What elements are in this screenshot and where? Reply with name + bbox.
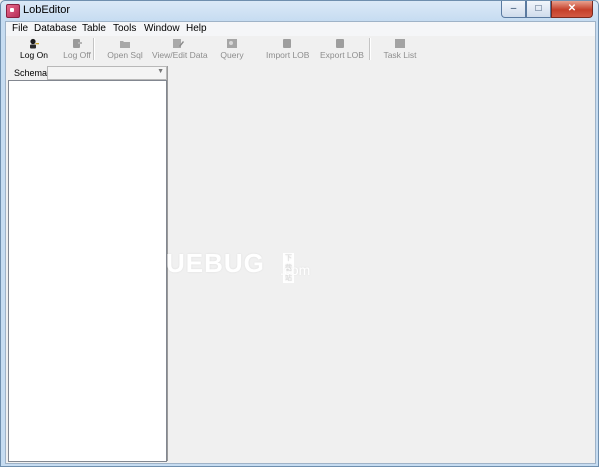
task-list-button[interactable]: Task List — [383, 36, 417, 64]
import-icon — [283, 39, 291, 48]
task-list-label: Task List — [383, 50, 417, 60]
menu-database[interactable]: Database — [34, 23, 77, 34]
toolbar: Log On Log Off Open Sql View/Edit Data Q… — [6, 36, 595, 64]
log-off-label: Log Off — [63, 50, 91, 60]
export-lob-label: Export LOB — [320, 50, 364, 60]
query-icon — [227, 39, 237, 48]
export-icon — [336, 39, 344, 48]
app-icon[interactable] — [6, 4, 20, 18]
user-key-icon — [30, 38, 39, 49]
maximize-button[interactable]: □ — [526, 1, 551, 18]
client-area: File Database Table Tools Window Help Lo… — [5, 21, 596, 464]
schema-label: Schema — [14, 68, 48, 78]
menu-bar: File Database Table Tools Window Help — [6, 22, 595, 36]
view-edit-data-label: View/Edit Data — [152, 50, 208, 60]
toolbar-separator — [93, 38, 95, 60]
watermark-logo: UEBUG 下载站 .com — [166, 248, 310, 283]
log-off-button[interactable]: Log Off — [62, 36, 92, 64]
app-window: LobEditor – □ ✕ File Database Table Tool… — [0, 0, 599, 467]
menu-file[interactable]: File — [12, 23, 28, 34]
query-button[interactable]: Query — [217, 36, 247, 64]
open-sql-button[interactable]: Open Sql — [106, 36, 144, 64]
close-button[interactable]: ✕ — [551, 1, 593, 18]
export-lob-button[interactable]: Export LOB — [320, 36, 364, 64]
menu-tools[interactable]: Tools — [113, 23, 136, 34]
log-on-button[interactable]: Log On — [20, 36, 48, 64]
query-label: Query — [220, 50, 244, 60]
toolbar-separator — [369, 38, 371, 60]
watermark-text: UEBUG — [166, 248, 265, 278]
minimize-button[interactable]: – — [501, 1, 526, 18]
open-sql-label: Open Sql — [107, 50, 143, 60]
log-on-label: Log On — [20, 50, 48, 60]
title-bar[interactable]: LobEditor – □ ✕ — [1, 1, 598, 21]
watermark-domain: .com — [280, 262, 311, 278]
caption-buttons: – □ ✕ — [501, 1, 593, 18]
task-list-icon — [395, 39, 405, 48]
menu-help[interactable]: Help — [186, 23, 207, 34]
window-title: LobEditor — [23, 4, 71, 16]
menu-table[interactable]: Table — [82, 23, 106, 34]
view-edit-data-button[interactable]: View/Edit Data — [152, 36, 208, 64]
user-logoff-icon — [73, 39, 82, 48]
edit-data-icon — [173, 39, 184, 48]
import-lob-button[interactable]: Import LOB — [266, 36, 310, 64]
schema-dropdown[interactable]: ▼ — [47, 66, 167, 80]
schema-row: Schema ▼ — [8, 66, 167, 80]
menu-window[interactable]: Window — [144, 23, 180, 34]
object-tree-panel[interactable] — [8, 80, 167, 462]
folder-open-icon — [120, 41, 130, 48]
import-lob-label: Import LOB — [266, 50, 310, 60]
chevron-down-icon[interactable]: ▼ — [157, 68, 164, 75]
